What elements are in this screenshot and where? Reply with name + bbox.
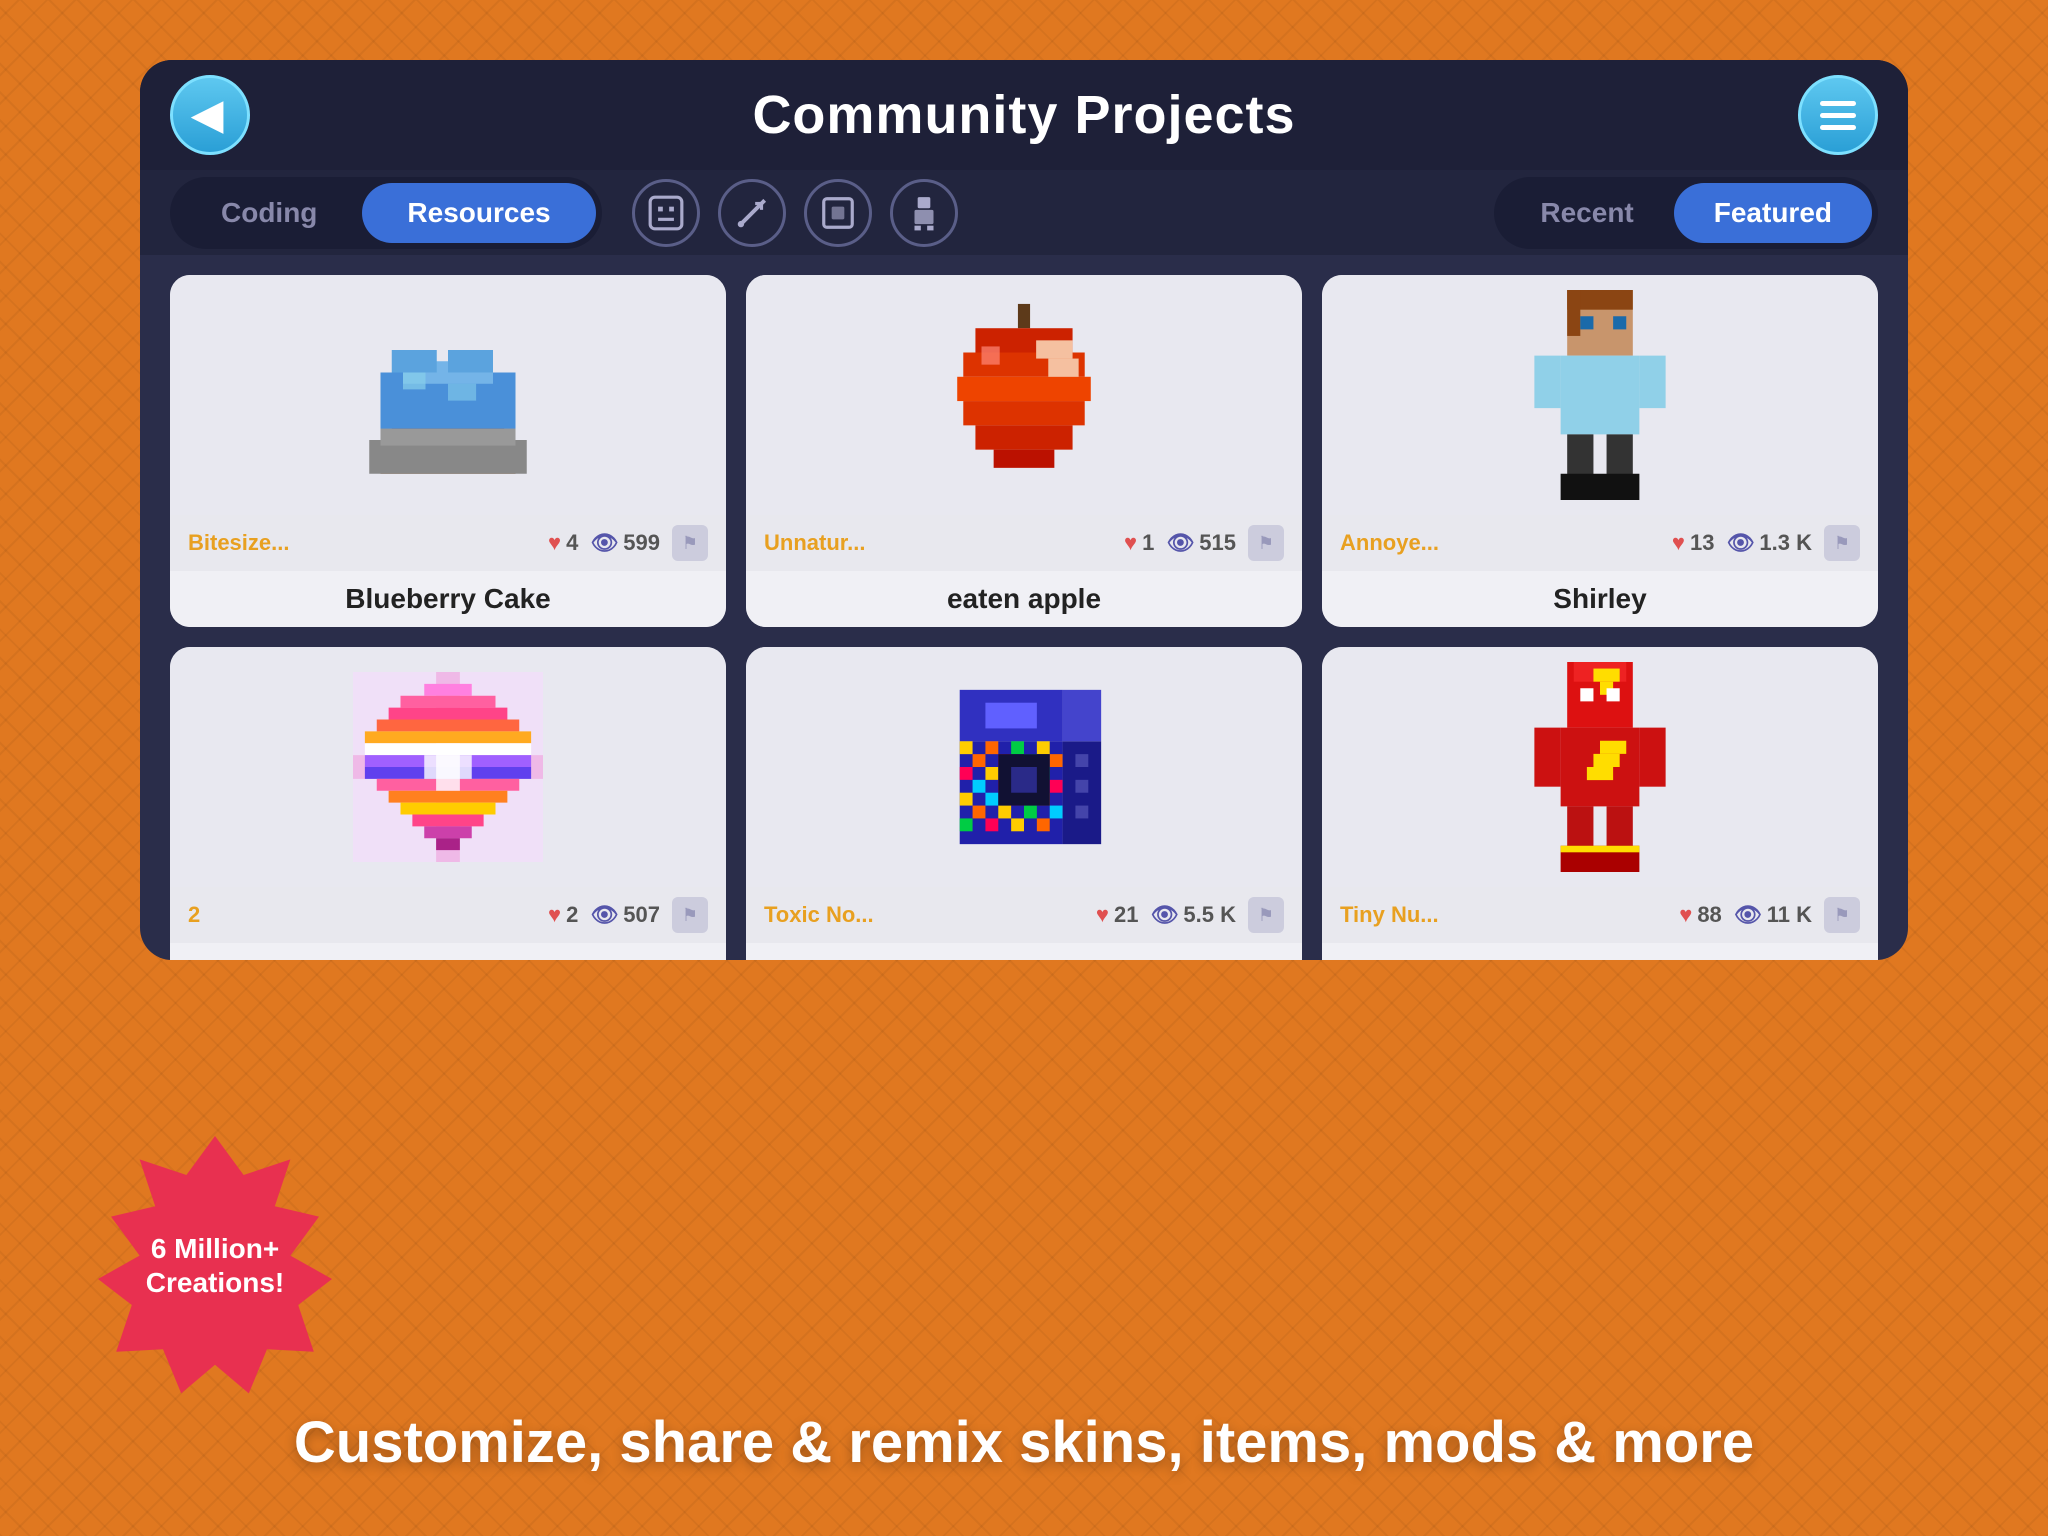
starburst-shape: 6 Million+Creations! — [85, 1136, 345, 1396]
eye-icon-6: 👁 — [1734, 902, 1762, 928]
card-likes-blueberry-cake: ♥ 4 — [548, 530, 578, 556]
card-author-blueberry-cake: Bitesize... — [188, 530, 536, 556]
flag-button-blueberry-cake[interactable]: ⚑ — [672, 525, 708, 561]
tab-resources[interactable]: Resources — [362, 183, 595, 243]
filter-icons — [632, 179, 958, 247]
shirley-art — [1520, 290, 1680, 500]
card-likes-flash: ♥ 88 — [1679, 902, 1722, 928]
project-card-eaten-apple[interactable]: Unnatur... ♥ 1 👁 515 ⚑ eaten apple — [746, 275, 1302, 627]
card-image-eaten-apple — [746, 275, 1302, 515]
card-image-flash — [1322, 647, 1878, 887]
card-title-crystal-pearl: crystal pearl — [170, 943, 726, 960]
page-title: Community Projects — [752, 84, 1295, 146]
menu-line-1 — [1820, 101, 1856, 106]
starburst-badge: 6 Million+Creations! — [85, 1136, 345, 1396]
flag-button-crystal-pearl[interactable]: ⚑ — [672, 897, 708, 933]
eaten-apple-art — [939, 295, 1109, 495]
card-footer-shirley: Annoye... ♥ 13 👁 1.3 K ⚑ — [1322, 515, 1878, 571]
card-views-blueberry-cake: 👁 599 — [590, 530, 660, 556]
heart-icon: ♥ — [548, 530, 561, 556]
card-image-blueberry-cake — [170, 275, 726, 515]
flag-button-flash[interactable]: ⚑ — [1824, 897, 1860, 933]
filter-recent[interactable]: Recent — [1500, 183, 1673, 243]
back-arrow-icon: ◀ — [192, 92, 223, 138]
flag-button-eaten-apple[interactable]: ⚑ — [1248, 525, 1284, 561]
flag-button-shirley[interactable]: ⚑ — [1824, 525, 1860, 561]
card-title-blueberry-cake: Blueberry Cake — [170, 571, 726, 627]
card-author-crystal-pearl: 2 — [188, 902, 536, 928]
project-card-flash[interactable]: Tiny Nu... ♥ 88 👁 11 K ⚑ Flash — [1322, 647, 1878, 960]
card-likes-jukebox: ♥ 21 — [1096, 902, 1139, 928]
card-views-flash: 👁 11 K — [1734, 902, 1812, 928]
eye-icon: 👁 — [590, 530, 618, 556]
heart-icon-5: ♥ — [1096, 902, 1109, 928]
card-likes-crystal-pearl: ♥ 2 — [548, 902, 578, 928]
card-footer-flash: Tiny Nu... ♥ 88 👁 11 K ⚑ — [1322, 887, 1878, 943]
face-icon — [647, 194, 685, 232]
projects-grid: Bitesize... ♥ 4 👁 599 ⚑ Blueberry Cake — [140, 255, 1908, 960]
card-likes-shirley: ♥ 13 — [1672, 530, 1715, 556]
eye-icon-2: 👁 — [1166, 530, 1194, 556]
card-title-shirley: Shirley — [1322, 571, 1878, 627]
menu-line-2 — [1820, 113, 1856, 118]
card-title-flash: Flash — [1322, 943, 1878, 960]
header: ◀ Community Projects — [140, 60, 1908, 170]
tagline: Customize, share & remix skins, items, m… — [0, 1409, 2048, 1476]
box-icon — [819, 194, 857, 232]
sword-icon-button[interactable] — [718, 179, 786, 247]
heart-icon-2: ♥ — [1124, 530, 1137, 556]
tab-coding[interactable]: Coding — [176, 183, 362, 243]
card-author-eaten-apple: Unnatur... — [764, 530, 1112, 556]
heart-icon-3: ♥ — [1672, 530, 1685, 556]
main-window: ◀ Community Projects Coding Resources — [140, 60, 1908, 960]
card-footer-eaten-apple: Unnatur... ♥ 1 👁 515 ⚑ — [746, 515, 1302, 571]
card-likes-eaten-apple: ♥ 1 — [1124, 530, 1154, 556]
card-author-shirley: Annoye... — [1340, 530, 1660, 556]
eye-icon-3: 👁 — [1726, 530, 1754, 556]
starburst-text: 6 Million+Creations! — [126, 1212, 304, 1319]
project-card-jukebox[interactable]: Toxic No... ♥ 21 👁 5.5 K ⚑ Jukebox — [746, 647, 1302, 960]
card-footer-blueberry-cake: Bitesize... ♥ 4 👁 599 ⚑ — [170, 515, 726, 571]
card-image-shirley — [1322, 275, 1878, 515]
heart-icon-6: ♥ — [1679, 902, 1692, 928]
box-icon-button[interactable] — [804, 179, 872, 247]
card-image-crystal-pearl — [170, 647, 726, 887]
flag-button-jukebox[interactable]: ⚑ — [1248, 897, 1284, 933]
project-card-crystal-pearl[interactable]: 2 ♥ 2 👁 507 ⚑ crystal pearl — [170, 647, 726, 960]
face-icon-button[interactable] — [632, 179, 700, 247]
project-card-blueberry-cake[interactable]: Bitesize... ♥ 4 👁 599 ⚑ Blueberry Cake — [170, 275, 726, 627]
card-author-jukebox: Toxic No... — [764, 902, 1084, 928]
flash-art — [1520, 662, 1680, 872]
card-footer-crystal-pearl: 2 ♥ 2 👁 507 ⚑ — [170, 887, 726, 943]
filter-featured[interactable]: Featured — [1674, 183, 1872, 243]
card-views-shirley: 👁 1.3 K — [1726, 530, 1812, 556]
blueberry-cake-art — [358, 305, 538, 485]
card-views-crystal-pearl: 👁 507 — [590, 902, 660, 928]
card-author-flash: Tiny Nu... — [1340, 902, 1667, 928]
card-footer-jukebox: Toxic No... ♥ 21 👁 5.5 K ⚑ — [746, 887, 1302, 943]
category-tabs: Coding Resources — [170, 177, 602, 249]
crystal-pearl-art — [353, 672, 543, 862]
tagline-text: Customize, share & remix skins, items, m… — [294, 1410, 1754, 1475]
back-button[interactable]: ◀ — [170, 75, 250, 155]
jukebox-art — [934, 672, 1114, 862]
eye-icon-4: 👁 — [590, 902, 618, 928]
menu-line-3 — [1820, 125, 1856, 130]
eye-icon-5: 👁 — [1150, 902, 1178, 928]
filter-tabs: Recent Featured — [1494, 177, 1878, 249]
toolbar: Coding Resources — [140, 170, 1908, 255]
player-icon — [905, 194, 943, 232]
card-views-eaten-apple: 👁 515 — [1166, 530, 1236, 556]
card-title-jukebox: Jukebox — [746, 943, 1302, 960]
card-title-eaten-apple: eaten apple — [746, 571, 1302, 627]
card-image-jukebox — [746, 647, 1302, 887]
heart-icon-4: ♥ — [548, 902, 561, 928]
sword-icon — [733, 194, 771, 232]
player-icon-button[interactable] — [890, 179, 958, 247]
menu-button[interactable] — [1798, 75, 1878, 155]
card-views-jukebox: 👁 5.5 K — [1150, 902, 1236, 928]
project-card-shirley[interactable]: Annoye... ♥ 13 👁 1.3 K ⚑ Shirley — [1322, 275, 1878, 627]
